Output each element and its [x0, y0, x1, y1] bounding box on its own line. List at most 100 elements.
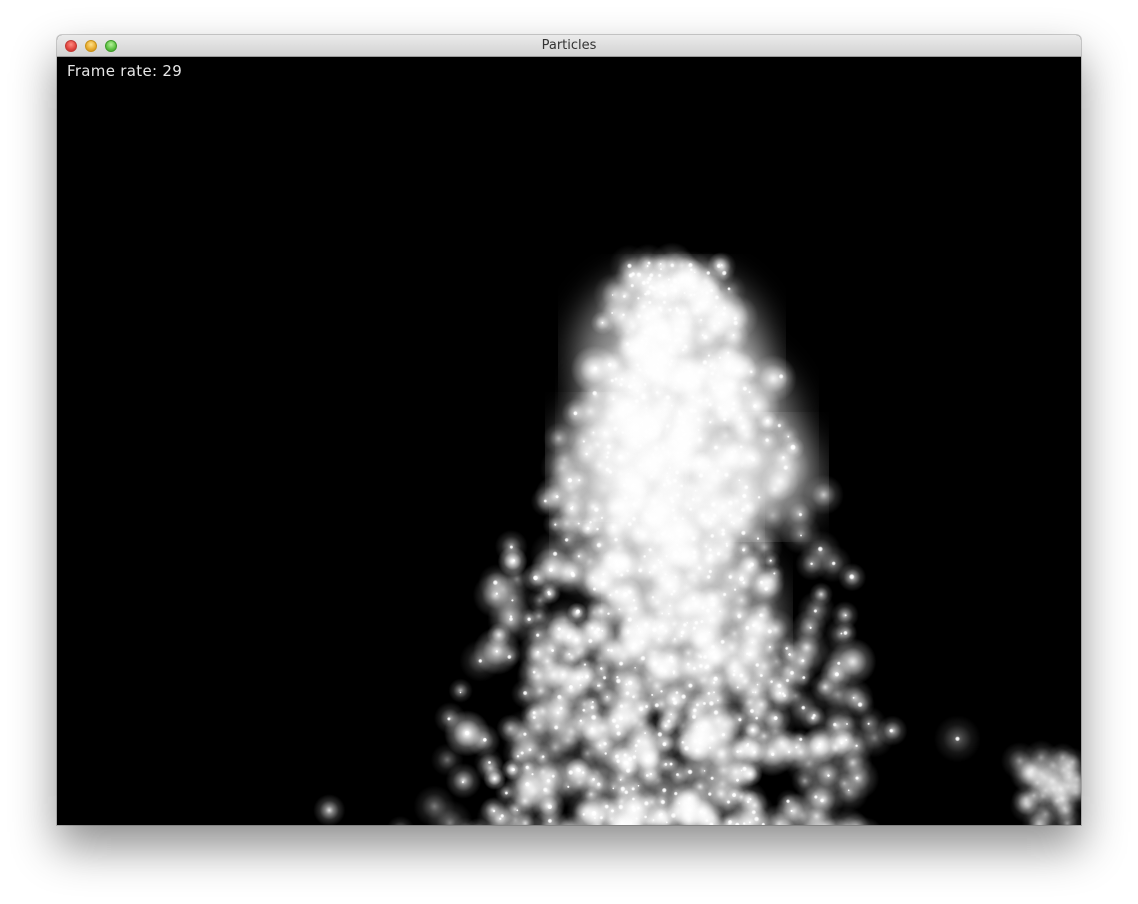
particle-spark	[765, 419, 770, 423]
particle-spark	[493, 777, 496, 780]
particle-spark	[741, 493, 747, 499]
particle-spark	[622, 313, 625, 317]
particle	[572, 660, 602, 690]
particle-spark	[695, 748, 700, 753]
particle	[645, 399, 681, 435]
particle-spark	[667, 612, 671, 615]
particle-spark	[703, 769, 706, 772]
particle-spark	[512, 559, 516, 562]
particle-spark	[700, 513, 706, 519]
particle-spark	[716, 263, 722, 269]
particle-spark	[711, 597, 714, 600]
particle-spark	[770, 752, 775, 757]
particle-spark	[495, 592, 499, 596]
particle-spark	[603, 431, 606, 434]
particle-field	[313, 242, 1081, 825]
particle-spark	[742, 386, 748, 392]
particle-spark	[648, 327, 653, 331]
particle	[648, 273, 676, 300]
particle-spark	[669, 583, 672, 587]
particle-spark	[716, 551, 721, 556]
particle	[760, 462, 800, 501]
particle	[601, 295, 644, 338]
particle-spark	[751, 623, 756, 628]
particle	[1023, 740, 1059, 776]
particle-spark	[702, 636, 708, 642]
particle-spark	[818, 742, 822, 746]
particle-spark	[812, 713, 817, 718]
particle-spark	[680, 630, 685, 635]
particle-spark	[593, 366, 598, 371]
particle-spark	[627, 383, 633, 389]
particle-spark	[577, 768, 582, 773]
particle-spark	[855, 776, 859, 781]
particle-spark	[652, 311, 656, 315]
particle-spark	[559, 706, 563, 711]
particle-spark	[840, 741, 843, 745]
particle-spark	[799, 534, 803, 537]
particle-canvas[interactable]: Frame rate: 29	[57, 57, 1081, 825]
particle	[760, 675, 797, 713]
particle-spark	[747, 652, 752, 657]
particle-spark	[615, 724, 620, 729]
particle	[700, 353, 724, 377]
particle-spark	[575, 609, 581, 614]
particle-spark	[459, 691, 462, 694]
particle	[543, 422, 575, 455]
particle-spark	[756, 683, 759, 686]
particle	[685, 704, 726, 746]
particle-spark	[547, 804, 553, 810]
particle-spark	[586, 526, 590, 531]
particle-spark	[692, 285, 696, 289]
particle-spark	[790, 809, 793, 813]
particle-spark	[573, 411, 578, 416]
particle	[709, 397, 741, 430]
particle-spark	[764, 437, 770, 443]
particle	[749, 354, 797, 403]
particle-spark	[757, 495, 761, 499]
particle-spark	[643, 554, 647, 558]
particle-spark	[801, 675, 806, 680]
particle-spark	[676, 373, 681, 378]
particle-spark	[566, 634, 572, 640]
particle-spark	[548, 567, 554, 573]
particle-spark	[670, 713, 673, 716]
particle-spark	[809, 626, 812, 630]
particle-spark	[602, 573, 605, 576]
particle-spark	[834, 671, 840, 677]
particle-spark	[810, 562, 814, 566]
particle-spark	[625, 683, 628, 686]
particle	[486, 622, 512, 648]
particle-spark	[675, 493, 680, 498]
particle-spark	[790, 444, 796, 451]
particle-spark	[661, 284, 665, 288]
particle-spark	[595, 627, 601, 632]
particle-spark	[867, 722, 870, 726]
particle-spark	[586, 675, 589, 678]
particle-spark	[528, 747, 532, 752]
particle	[448, 678, 473, 703]
particle-spark	[495, 650, 499, 653]
particle-spark	[706, 574, 711, 580]
particle	[737, 761, 763, 787]
particle-spark	[709, 364, 712, 368]
particle-spark	[827, 774, 830, 778]
particle-spark	[591, 777, 596, 781]
particle	[1055, 753, 1081, 779]
particle	[780, 513, 822, 555]
particle-spark	[611, 525, 615, 529]
particle-spark	[652, 500, 655, 503]
particle	[671, 542, 699, 570]
particle-spark	[688, 683, 693, 689]
frame-rate-readout: Frame rate: 29	[67, 62, 182, 80]
app-window: Particles Frame rate: 29	[57, 35, 1081, 825]
particle-spark	[645, 758, 650, 763]
particle-spark	[738, 576, 745, 582]
particle-spark	[889, 728, 894, 733]
particle-spark	[622, 591, 629, 598]
particle-spark	[637, 784, 640, 787]
particle-spark	[648, 461, 652, 464]
title-bar[interactable]: Particles	[57, 35, 1081, 57]
particle-spark	[778, 691, 782, 695]
particle-spark	[840, 632, 843, 635]
